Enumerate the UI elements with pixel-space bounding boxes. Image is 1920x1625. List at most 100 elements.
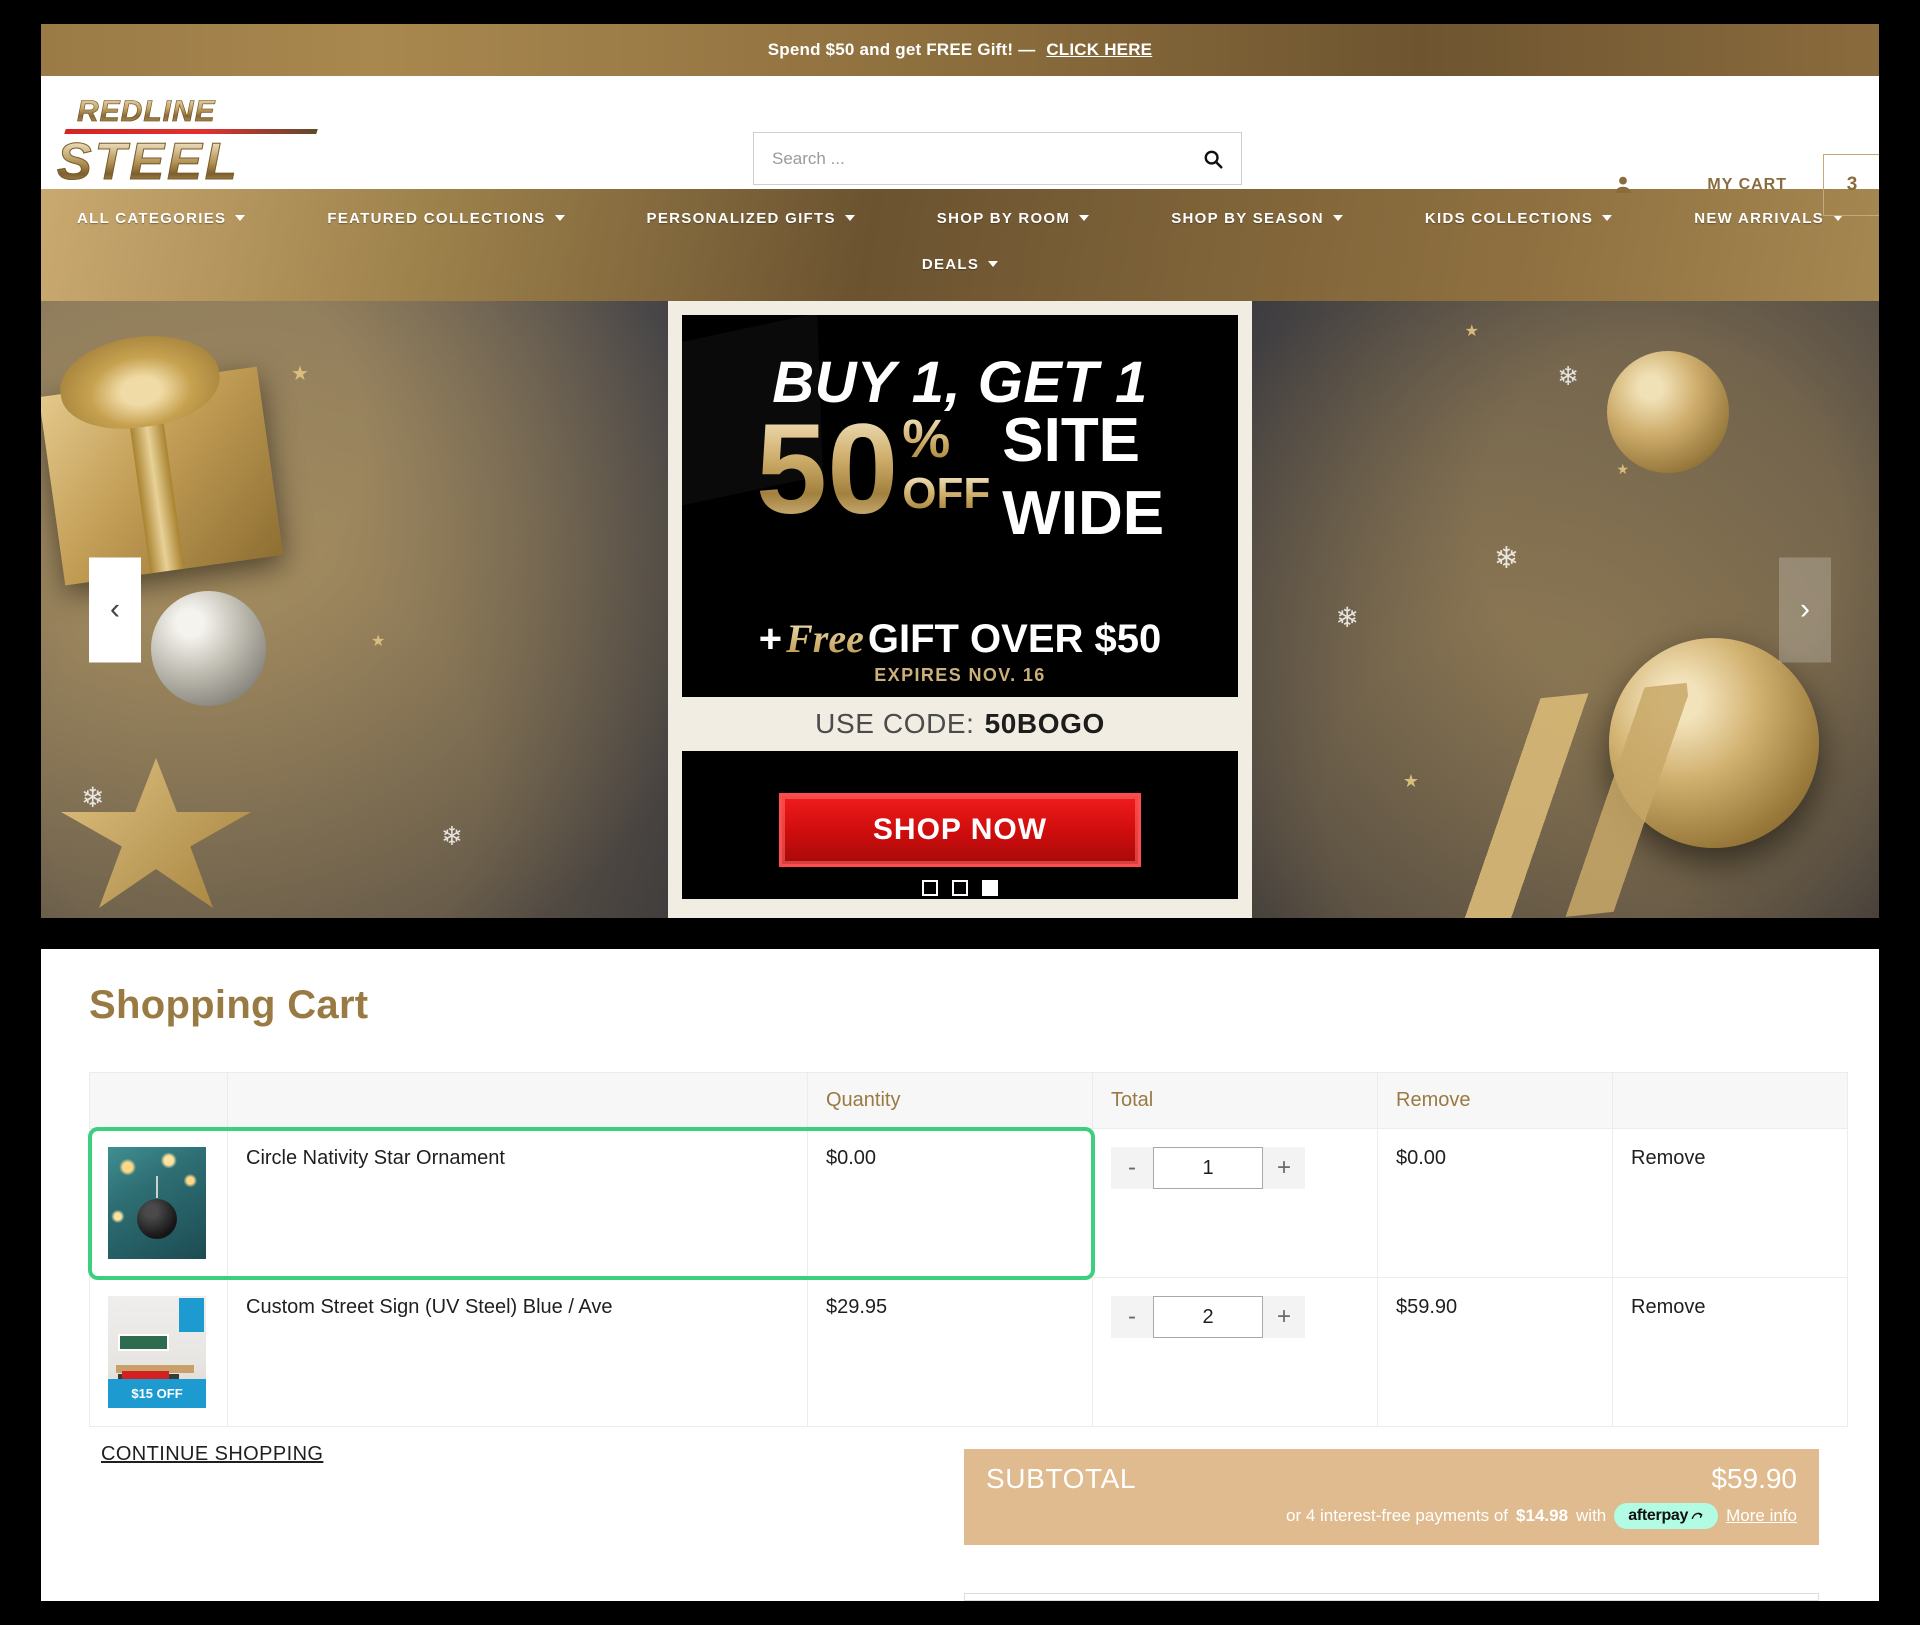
sign-green-plate [117, 1334, 169, 1351]
cart-item-remove-cell: Remove [1612, 1277, 1848, 1427]
nav-item-shop-by-room[interactable]: SHOP BY ROOM [915, 210, 1111, 227]
hero-promo-code-band: USE CODE: 50BOGO [682, 697, 1238, 751]
cart-item-name-cell: Custom Street Sign (UV Steel) Blue / Ave [227, 1277, 808, 1427]
sign-corner-flag [178, 1298, 205, 1332]
star-speck-icon: ★ [371, 633, 386, 650]
table-row-highlighted: Circle Nativity Star Ornament$0.00-+$0.0… [89, 1128, 1848, 1278]
col-header-image [89, 1072, 228, 1129]
afterpay-logo-badge[interactable]: afterpay [1614, 1503, 1719, 1529]
hero-off-text: OFF [902, 468, 991, 518]
snowflake-icon: ❄ [1557, 361, 1579, 391]
nav-row-secondary: DEALS [41, 241, 1879, 287]
hero-wide-text: WIDE [1002, 478, 1165, 548]
chevron-down-icon [1079, 215, 1090, 221]
col-header-quantity: Quantity [807, 1072, 1093, 1129]
promo-click-here-link[interactable]: CLICK HERE [1046, 40, 1152, 59]
promo-bar: Spend $50 and get FREE Gift! — CLICK HER… [41, 24, 1879, 76]
nav-item-label: SHOP BY SEASON [1171, 209, 1324, 227]
header-right-actions: MY CART 3 [1611, 128, 1879, 241]
carousel-next-arrow-icon[interactable]: › [1779, 557, 1831, 662]
site-logo[interactable]: REDLINE STEEL [51, 88, 341, 191]
quantity-input[interactable] [1153, 1296, 1263, 1338]
col-header-extra [1612, 1072, 1848, 1129]
carousel-dot-3[interactable] [982, 880, 998, 896]
nav-item-kids-collections[interactable]: KIDS COLLECTIONS [1403, 210, 1634, 227]
gift-box-decoration [41, 326, 284, 586]
afterpay-installment-amount: $14.98 [1516, 1506, 1569, 1525]
afterpay-more-info-link[interactable]: More info [1726, 1506, 1797, 1526]
snowflake-icon: ❄ [1493, 542, 1519, 575]
chevron-down-icon [988, 261, 999, 267]
search-submit-button[interactable] [1185, 133, 1241, 184]
star-speck-icon: ★ [1464, 323, 1479, 340]
snowflake-icon: ❄ [441, 821, 463, 851]
quantity-increase-button[interactable]: + [1263, 1147, 1305, 1189]
continue-shopping-link[interactable]: CONTINUE SHOPPING [101, 1443, 323, 1466]
account-icon[interactable] [1611, 173, 1635, 197]
gold-ribbon-decoration [1388, 682, 1710, 918]
checkout-panel-top-edge [964, 1593, 1819, 1601]
site-page: Spend $50 and get FREE Gift! — CLICK HER… [41, 24, 1879, 918]
page-title: Shopping Cart [89, 983, 369, 1027]
nav-row-primary: ALL CATEGORIES FEATURED COLLECTIONS PERSON… [41, 195, 1879, 241]
nav-item-deals[interactable]: DEALS [900, 256, 1020, 273]
gift-bow [54, 326, 226, 438]
nav-item-shop-by-season[interactable]: SHOP BY SEASON [1149, 210, 1365, 227]
nav-item-personalized-gifts[interactable]: PERSONALIZED GIFTS [625, 210, 877, 227]
remove-item-button[interactable]: Remove [1631, 1296, 1705, 1318]
search-bar[interactable] [753, 132, 1242, 185]
hero-site-text: SITE [1002, 406, 1141, 475]
snowflake-icon: ❄ [81, 782, 105, 813]
my-cart-link[interactable]: MY CART [1707, 176, 1787, 194]
remove-item-button[interactable]: Remove [1631, 1147, 1705, 1169]
sign-red-banner [121, 1371, 169, 1379]
hero-code-label: USE CODE: [815, 708, 975, 739]
hero-slide-inner: BUY 1, GET 1 50 % OFF SITE WIDE + Free GIF… [682, 315, 1238, 899]
cart-item-count-badge[interactable]: 3 [1823, 153, 1879, 216]
col-header-total: Total [1092, 1072, 1378, 1129]
cart-item-name[interactable]: Circle Nativity Star Ornament [246, 1147, 505, 1169]
ornament-hook [156, 1176, 158, 1199]
cart-items-table: Quantity Total Remove Circle Nativity St… [89, 1072, 1848, 1427]
ornament-photo [108, 1147, 206, 1259]
nav-item-featured-collections[interactable]: FEATURED COLLECTIONS [305, 210, 586, 227]
cart-item-unit-price: $29.95 [807, 1277, 1093, 1427]
shop-now-button[interactable]: SHOP NOW [779, 793, 1141, 867]
hero-code-value: 50BOGO [984, 708, 1105, 739]
nav-item-all-categories[interactable]: ALL CATEGORIES [55, 210, 267, 227]
cart-item-name-cell: Circle Nativity Star Ornament [227, 1128, 808, 1278]
hero-carousel: ❄ ❄ ❄ ❄ ❄ ❄ ★ ★ ★ ★ ★ BUY 1, GET 1 50 % … [41, 301, 1879, 918]
street-sign-thumbnail[interactable]: $15 OFF [108, 1296, 206, 1408]
promo-text: Spend $50 and get FREE Gift! — CLICK HER… [768, 40, 1152, 60]
cart-item-unit-price: $0.00 [807, 1128, 1093, 1278]
ornament-thumbnail[interactable] [108, 1147, 206, 1259]
snowflake-icon: ❄ [1335, 602, 1359, 633]
quantity-stepper: -+ [1111, 1296, 1359, 1338]
nav-item-label: PERSONALIZED GIFTS [646, 209, 836, 227]
col-header-remove: Remove [1377, 1072, 1613, 1129]
jingle-bell-decoration [151, 591, 266, 706]
hero-percent-sign: % [902, 412, 990, 466]
cart-item-name[interactable]: Custom Street Sign (UV Steel) Blue / Ave [246, 1296, 612, 1318]
quantity-decrease-button[interactable]: - [1111, 1147, 1153, 1189]
discount-badge: $15 OFF [108, 1378, 206, 1408]
quantity-increase-button[interactable]: + [1263, 1296, 1305, 1338]
search-icon [1204, 150, 1223, 169]
cart-item-quantity-cell: -+ [1092, 1277, 1378, 1427]
promo-message: Spend $50 and get FREE Gift! — [767, 40, 1036, 59]
carousel-prev-arrow-icon[interactable]: ‹ [89, 557, 141, 662]
hero-discount-number: 50 [755, 398, 899, 541]
small-ornament-decoration [1607, 351, 1729, 473]
subtotal-value: $59.90 [1711, 1463, 1797, 1494]
afterpay-prefix-text: or 4 interest-free payments of [1285, 1506, 1509, 1525]
carousel-dot-2[interactable] [952, 880, 968, 896]
cart-item-line-total: $0.00 [1377, 1128, 1613, 1278]
logo-text-redline: REDLINE [77, 94, 216, 128]
cart-item-line-total: $59.90 [1377, 1277, 1613, 1427]
ornament-ball [137, 1198, 177, 1239]
search-input[interactable] [754, 133, 1185, 184]
quantity-decrease-button[interactable]: - [1111, 1296, 1153, 1338]
quantity-input[interactable] [1153, 1147, 1263, 1189]
afterpay-arrow-icon [1691, 1512, 1703, 1520]
carousel-dot-1[interactable] [922, 880, 938, 896]
